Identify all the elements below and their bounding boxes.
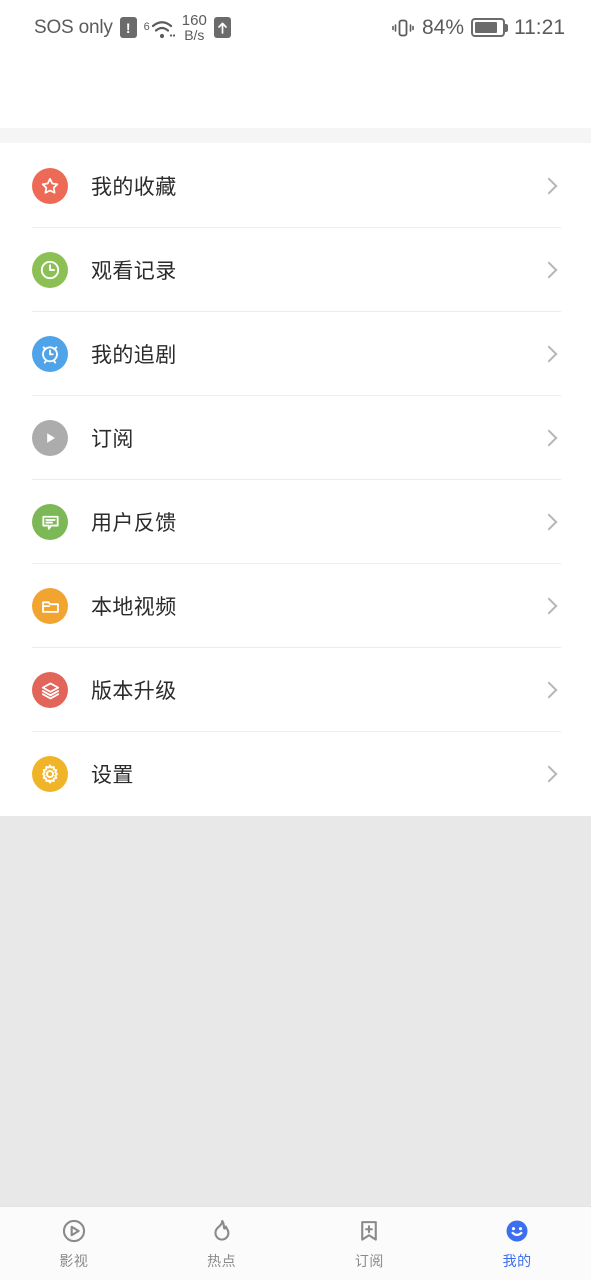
play-circle-glyph <box>62 1219 85 1243</box>
network-speed: 160 B/s <box>181 11 207 44</box>
nav-tab-label: 订阅 <box>354 1253 384 1269</box>
folder-icon <box>32 588 68 624</box>
menu-item-6[interactable]: 本地视频 <box>0 564 591 648</box>
battery-fill <box>475 22 497 33</box>
battery-icon <box>471 18 508 37</box>
alert-icon: ! <box>119 17 137 38</box>
wifi-standard-label: 6 <box>143 20 150 33</box>
clock-label: 11:21 <box>514 15 565 39</box>
status-bar-right: 84% 11:21 <box>391 16 565 40</box>
chevron-right-icon <box>540 597 558 615</box>
wifi-icon: 6 <box>144 16 175 40</box>
nav-tab-2[interactable]: 热点 <box>148 1207 296 1280</box>
star-glyph <box>41 177 59 194</box>
clock-glyph <box>40 260 60 280</box>
menu-item-2[interactable]: 观看记录 <box>0 228 591 312</box>
menu-item-label: 本地视频 <box>91 596 177 619</box>
menu-item-label: 版本升级 <box>91 680 177 703</box>
network-speed-unit: B/s <box>184 27 205 44</box>
page-background-filler <box>0 816 591 1206</box>
chat-bubble-icon <box>32 504 68 540</box>
nav-tab-4[interactable]: 我的 <box>443 1207 591 1280</box>
chevron-right-icon <box>540 261 558 279</box>
bookmark-plus-icon <box>354 1216 384 1246</box>
nav-tab-label: 影视 <box>59 1253 89 1269</box>
nav-tab-label: 热点 <box>207 1253 237 1269</box>
gear-icon <box>32 756 68 792</box>
folder-glyph <box>41 600 59 613</box>
menu-item-5[interactable]: 用户反馈 <box>0 480 591 564</box>
menu-item-8[interactable]: 设置 <box>0 732 591 816</box>
layers-glyph <box>41 681 59 699</box>
menu-item-label: 观看记录 <box>91 260 177 283</box>
bottom-navigation: 影视 热点 订阅 我的 <box>0 1206 591 1280</box>
upload-arrow-glyph <box>217 22 227 34</box>
play-icon <box>32 420 68 456</box>
menu-item-1[interactable]: 我的收藏 <box>0 144 591 228</box>
alert-glyph: ! <box>125 19 131 36</box>
menu-item-label: 设置 <box>91 764 134 787</box>
chevron-right-icon <box>540 429 558 447</box>
network-speed-value: 160 <box>181 11 207 29</box>
play-glyph <box>47 433 55 443</box>
section-spacer <box>0 128 591 143</box>
menu-item-3[interactable]: 我的追剧 <box>0 312 591 396</box>
status-bar: SOS only ! 6 160 B/s 84% 11:21 <box>0 0 591 55</box>
carrier-label: SOS only <box>34 16 113 38</box>
flame-glyph <box>214 1219 230 1241</box>
smiley-face-glyph <box>506 1220 528 1242</box>
battery-cap <box>505 23 508 32</box>
menu-item-7[interactable]: 版本升级 <box>0 648 591 732</box>
menu-item-label: 用户反馈 <box>91 512 177 535</box>
battery-percent-label: 84% <box>421 15 464 39</box>
chevron-right-icon <box>540 177 558 195</box>
alarm-clock-glyph <box>42 346 58 364</box>
layers-icon <box>32 672 68 708</box>
app-screen: SOS only ! 6 160 B/s 84% 11:21 我的收藏 观看记录… <box>0 0 591 1280</box>
menu-item-4[interactable]: 订阅 <box>0 396 591 480</box>
star-icon <box>32 168 68 204</box>
menu-item-label: 我的收藏 <box>91 176 177 199</box>
vibrate-icon <box>392 19 414 36</box>
play-circle-icon <box>59 1216 89 1246</box>
nav-tab-3[interactable]: 订阅 <box>296 1207 444 1280</box>
chevron-right-icon <box>540 345 558 363</box>
bookmark-plus-glyph <box>361 1221 378 1241</box>
flame-icon <box>207 1216 237 1246</box>
gear-glyph <box>42 764 58 784</box>
chevron-right-icon <box>540 513 558 531</box>
menu-item-label: 我的追剧 <box>91 344 177 367</box>
chat-bubble-glyph <box>41 515 59 530</box>
nav-tab-label: 我的 <box>502 1253 532 1269</box>
status-bar-left: SOS only ! 6 160 B/s <box>34 11 231 44</box>
menu-list: 我的收藏观看记录我的追剧订阅用户反馈本地视频版本升级设置 <box>0 143 591 816</box>
menu-item-label: 订阅 <box>91 428 134 451</box>
chevron-right-icon <box>540 765 558 783</box>
clock-icon <box>32 252 68 288</box>
smiley-face-icon <box>502 1216 532 1246</box>
upload-icon <box>213 17 231 38</box>
chevron-right-icon <box>540 681 558 699</box>
header-area <box>0 55 591 128</box>
alarm-clock-icon <box>32 336 68 372</box>
nav-tab-1[interactable]: 影视 <box>0 1207 148 1280</box>
wifi-glyph <box>151 20 175 38</box>
